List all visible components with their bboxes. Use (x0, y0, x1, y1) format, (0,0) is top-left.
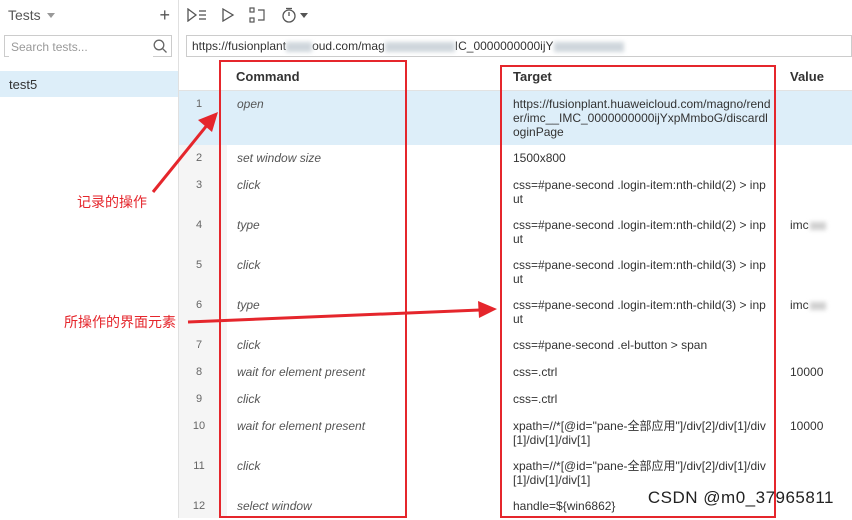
annotation-target-elements: 所操作的界面元素 (64, 314, 176, 330)
annotation-recorded-ops: 记录的操作 (77, 194, 147, 210)
annotation-arrows (151, 112, 497, 324)
watermark: CSDN @m0_37965811 (647, 488, 834, 507)
